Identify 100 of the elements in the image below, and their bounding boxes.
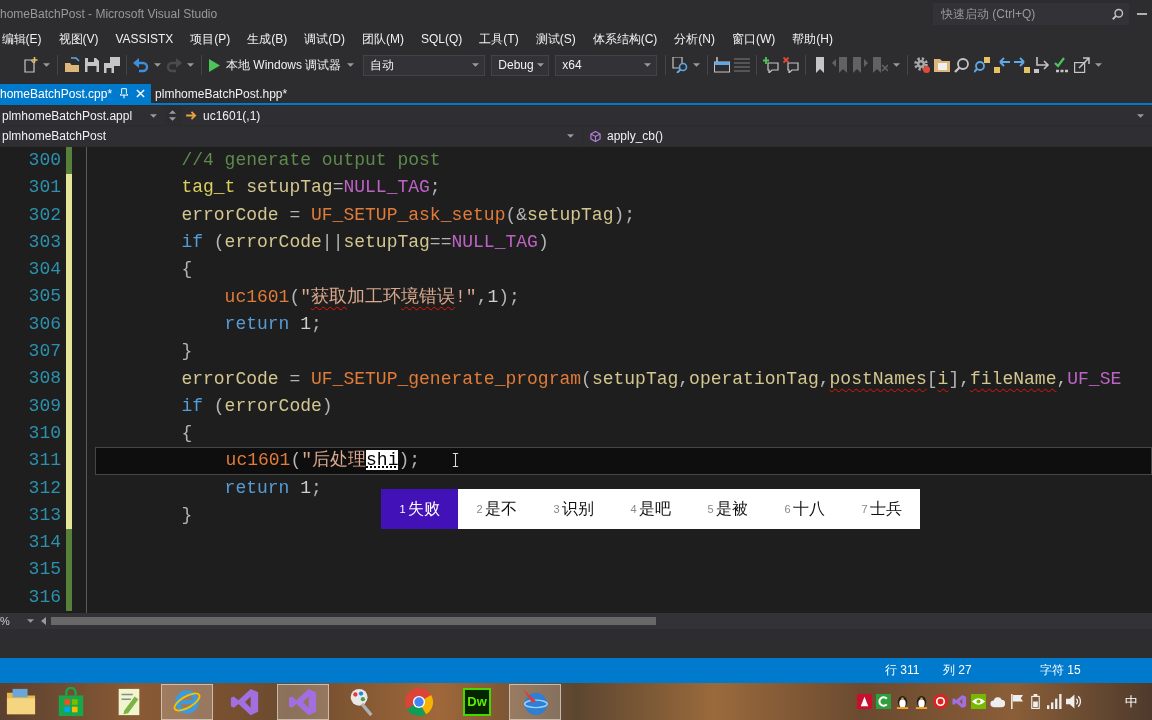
- open-folder-icon[interactable]: [64, 57, 80, 73]
- undo-icon[interactable]: [133, 57, 149, 73]
- new-item-icon[interactable]: [22, 57, 38, 73]
- battery-icon[interactable]: [1028, 694, 1043, 709]
- menu-item[interactable]: 生成(B): [238, 28, 296, 50]
- return-arrow-icon[interactable]: [1034, 57, 1051, 73]
- pin-icon[interactable]: [120, 88, 129, 99]
- status-text: 行 311: [885, 662, 921, 679]
- quick-launch-field[interactable]: 快速启动 (Ctrl+Q): [933, 3, 1109, 25]
- text-cursor-icon: [452, 452, 459, 468]
- caret-icon[interactable]: [693, 63, 701, 67]
- caret-icon[interactable]: [347, 63, 355, 67]
- menu-item[interactable]: 分析(N): [665, 28, 724, 50]
- speaker-icon[interactable]: [1066, 694, 1081, 709]
- spell-check-icon[interactable]: [1054, 57, 1071, 73]
- code-line: if (errorCode||setupTag==NULL_TAG): [181, 231, 549, 255]
- menu-item[interactable]: VASSISTX: [107, 28, 182, 50]
- e-logo-icon[interactable]: [161, 683, 213, 720]
- signal-icon[interactable]: [1047, 694, 1062, 709]
- menu-item[interactable]: 窗口(W): [723, 28, 784, 50]
- line-number: 310: [27, 421, 61, 445]
- ime-candidate[interactable]: 1 失败: [381, 489, 458, 529]
- menu-item[interactable]: 测试(S): [527, 28, 585, 50]
- toolbar-dropdown[interactable]: 自动: [363, 54, 486, 76]
- caret-icon[interactable]: [567, 134, 574, 138]
- find-in-files-icon[interactable]: [672, 57, 689, 73]
- folder-icon[interactable]: [934, 57, 951, 73]
- line-number: 303: [27, 230, 61, 254]
- search-icon[interactable]: [1109, 3, 1129, 25]
- toolbar-dropdown[interactable]: x64: [555, 54, 658, 76]
- line-number: 306: [27, 312, 61, 336]
- comment-remove-icon[interactable]: [783, 57, 800, 73]
- menu-item[interactable]: 体系结构(C): [584, 28, 666, 50]
- caret-icon[interactable]: [536, 63, 544, 67]
- menu-item[interactable]: 编辑(E): [0, 28, 50, 50]
- arrow-right-icon[interactable]: [1014, 57, 1031, 73]
- spin-arrows-icon[interactable]: [169, 109, 176, 122]
- zoom-dropdown[interactable]: %: [0, 615, 24, 627]
- caret-icon[interactable]: [150, 113, 157, 118]
- ring-icon[interactable]: [933, 694, 948, 709]
- line-number: 307: [27, 340, 61, 364]
- menu-item[interactable]: 团队(M): [353, 28, 413, 50]
- penguin-icon[interactable]: [895, 694, 910, 709]
- scroll-left-icon[interactable]: [41, 617, 46, 625]
- code-line: //4 generate output post: [181, 149, 441, 173]
- tab[interactable]: homeBatchPost.cpp*: [0, 84, 152, 103]
- scrollbar-thumb[interactable]: [51, 617, 656, 625]
- ribbon-logo-icon[interactable]: [277, 683, 329, 720]
- caret-icon[interactable]: [893, 63, 901, 67]
- search-icon[interactable]: [954, 57, 971, 73]
- gear-icon[interactable]: [914, 57, 931, 73]
- triangle-logo-icon[interactable]: [857, 694, 872, 709]
- taskbar-button[interactable]: Dw: [463, 687, 491, 716]
- code-line: return 1;: [224, 312, 322, 336]
- play-icon: [209, 58, 220, 72]
- find-symbol-icon[interactable]: [974, 57, 991, 73]
- cloud-icon[interactable]: [990, 694, 1005, 709]
- line-number: 309: [27, 394, 61, 418]
- save-icon[interactable]: [84, 57, 100, 73]
- window-icon[interactable]: [714, 57, 731, 73]
- menu-item[interactable]: 工具(T): [470, 28, 528, 50]
- status-text: 字符 15: [1040, 662, 1082, 679]
- save-all-icon[interactable]: [104, 57, 120, 73]
- toolbar-dropdown[interactable]: Debug: [491, 54, 550, 76]
- arrow-left-icon[interactable]: [994, 57, 1011, 73]
- line-number: 314: [27, 531, 61, 555]
- arrow-right-icon: [186, 111, 197, 120]
- code-line: errorCode = UF_SETUP_generate_program(setupTag,operationTag,postNames[i],fileName,UF_SE: [181, 367, 1122, 391]
- menu-item[interactable]: 项目(P): [181, 28, 239, 50]
- caret-icon[interactable]: [154, 63, 161, 67]
- input-mode-indicator[interactable]: 中: [1125, 692, 1138, 711]
- status-text: 列 27: [943, 662, 973, 679]
- code-line: uc1601("后处理shi);: [225, 449, 421, 473]
- start-debugging-button[interactable]: 本地 Windows 调试器: [206, 54, 345, 76]
- line-number: 308: [27, 367, 61, 391]
- menu-item[interactable]: 调试(D): [295, 28, 354, 50]
- line-number: 311: [27, 449, 61, 473]
- tab[interactable]: plmhomeBatchPost.hpp*: [151, 84, 294, 103]
- menu-item[interactable]: SQL(Q): [412, 28, 471, 50]
- caret-icon[interactable]: [1095, 63, 1103, 67]
- menu-item[interactable]: 帮助(H): [783, 28, 842, 50]
- menu-item[interactable]: 视图(V): [50, 28, 107, 50]
- caret-icon[interactable]: [644, 63, 652, 67]
- caret-icon[interactable]: [187, 63, 194, 67]
- comment-add-icon[interactable]: [763, 57, 780, 73]
- export-icon[interactable]: [1074, 57, 1091, 73]
- code-line: }: [181, 340, 193, 364]
- caret-icon[interactable]: [1137, 113, 1144, 118]
- penguin-icon[interactable]: [914, 694, 929, 709]
- flag-icon[interactable]: [1009, 694, 1024, 709]
- caret-icon[interactable]: [27, 619, 34, 623]
- circle-logo-icon[interactable]: [403, 685, 435, 718]
- caret-icon[interactable]: [472, 63, 480, 67]
- line-number: 313: [27, 503, 61, 527]
- code-line: if (errorCode): [181, 394, 333, 418]
- code-line: uc1601("获取加工环境错误!",1);: [224, 285, 520, 309]
- code-line: tag_t setupTag=NULL_TAG;: [181, 176, 441, 200]
- caret-icon[interactable]: [43, 63, 50, 67]
- close-icon[interactable]: [136, 89, 146, 98]
- code-line: {: [181, 258, 193, 282]
